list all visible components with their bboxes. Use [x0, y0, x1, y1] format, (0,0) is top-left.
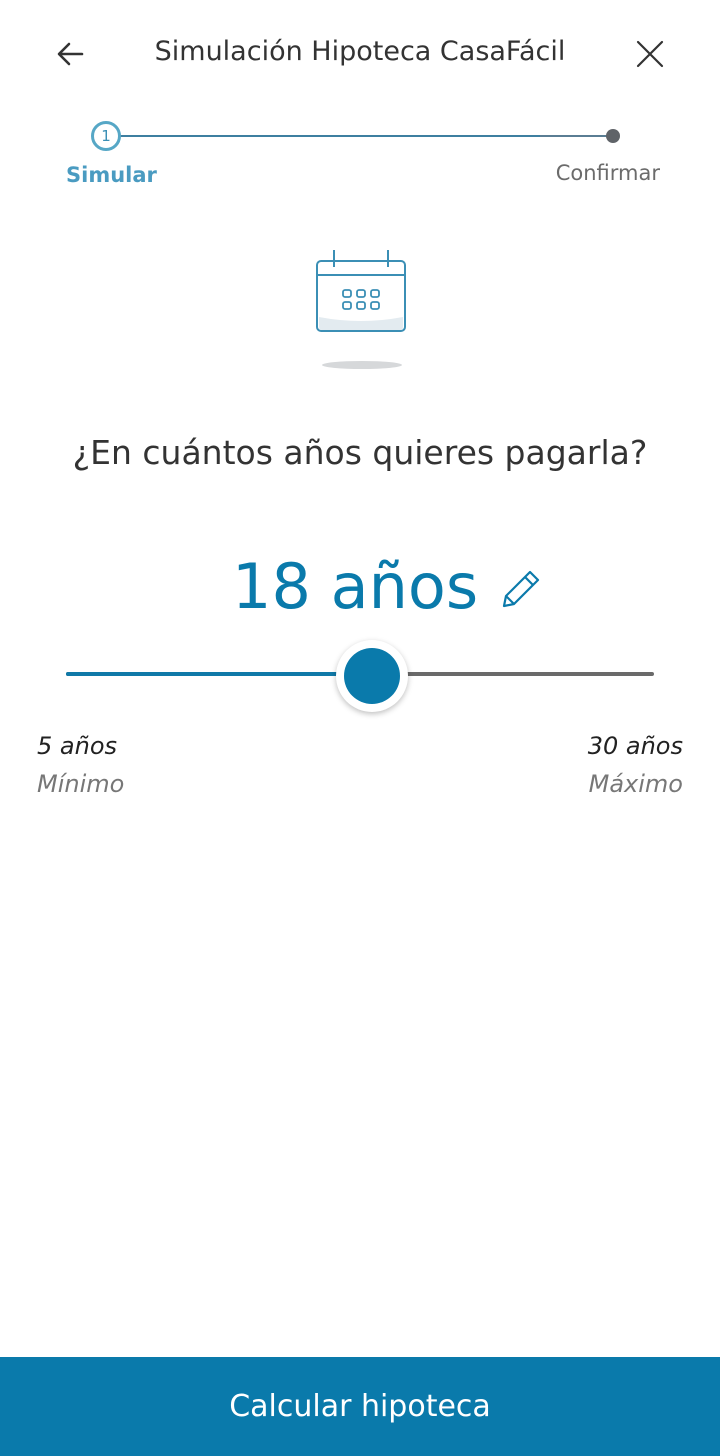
slider-thumb-knob — [343, 648, 400, 704]
edit-value-button[interactable] — [498, 566, 544, 612]
calendar-illustration — [310, 245, 412, 375]
calendar-icon — [316, 250, 406, 369]
years-slider[interactable] — [66, 640, 654, 712]
back-button[interactable] — [50, 34, 90, 74]
question-heading: ¿En cuántos años quieres pagarla? — [72, 433, 648, 472]
close-icon — [636, 40, 664, 68]
page-title: Simulación Hipoteca CasaFácil — [154, 36, 566, 67]
stepper-line-pending — [540, 135, 613, 137]
slider-fill — [66, 672, 372, 676]
min-caption: Mínimo — [37, 770, 125, 798]
step-number: 1 — [101, 127, 111, 145]
top-bar: Simulación Hipoteca CasaFácil — [0, 0, 720, 110]
slider-thumb[interactable] — [335, 640, 408, 712]
step-label-simular: Simular — [66, 163, 157, 187]
arrow-left-icon — [57, 42, 84, 66]
pencil-icon — [502, 570, 540, 608]
progress-stepper: 1 Simular Confirmar — [0, 115, 720, 195]
max-caption: Máximo — [588, 770, 683, 798]
min-value-label: 5 años — [37, 732, 118, 760]
step-label-confirmar: Confirmar — [555, 161, 660, 185]
selected-years-value: 18 años — [232, 550, 479, 623]
step-indicator-2 — [606, 129, 620, 143]
selected-value: 18 años — [0, 550, 720, 640]
step-indicator-1: 1 — [91, 121, 121, 151]
close-button[interactable] — [630, 34, 670, 74]
calculate-mortgage-label: Calcular hipoteca — [229, 1389, 491, 1424]
calculate-mortgage-button[interactable]: Calcular hipoteca — [0, 1357, 720, 1456]
max-value-label: 30 años — [587, 732, 683, 760]
